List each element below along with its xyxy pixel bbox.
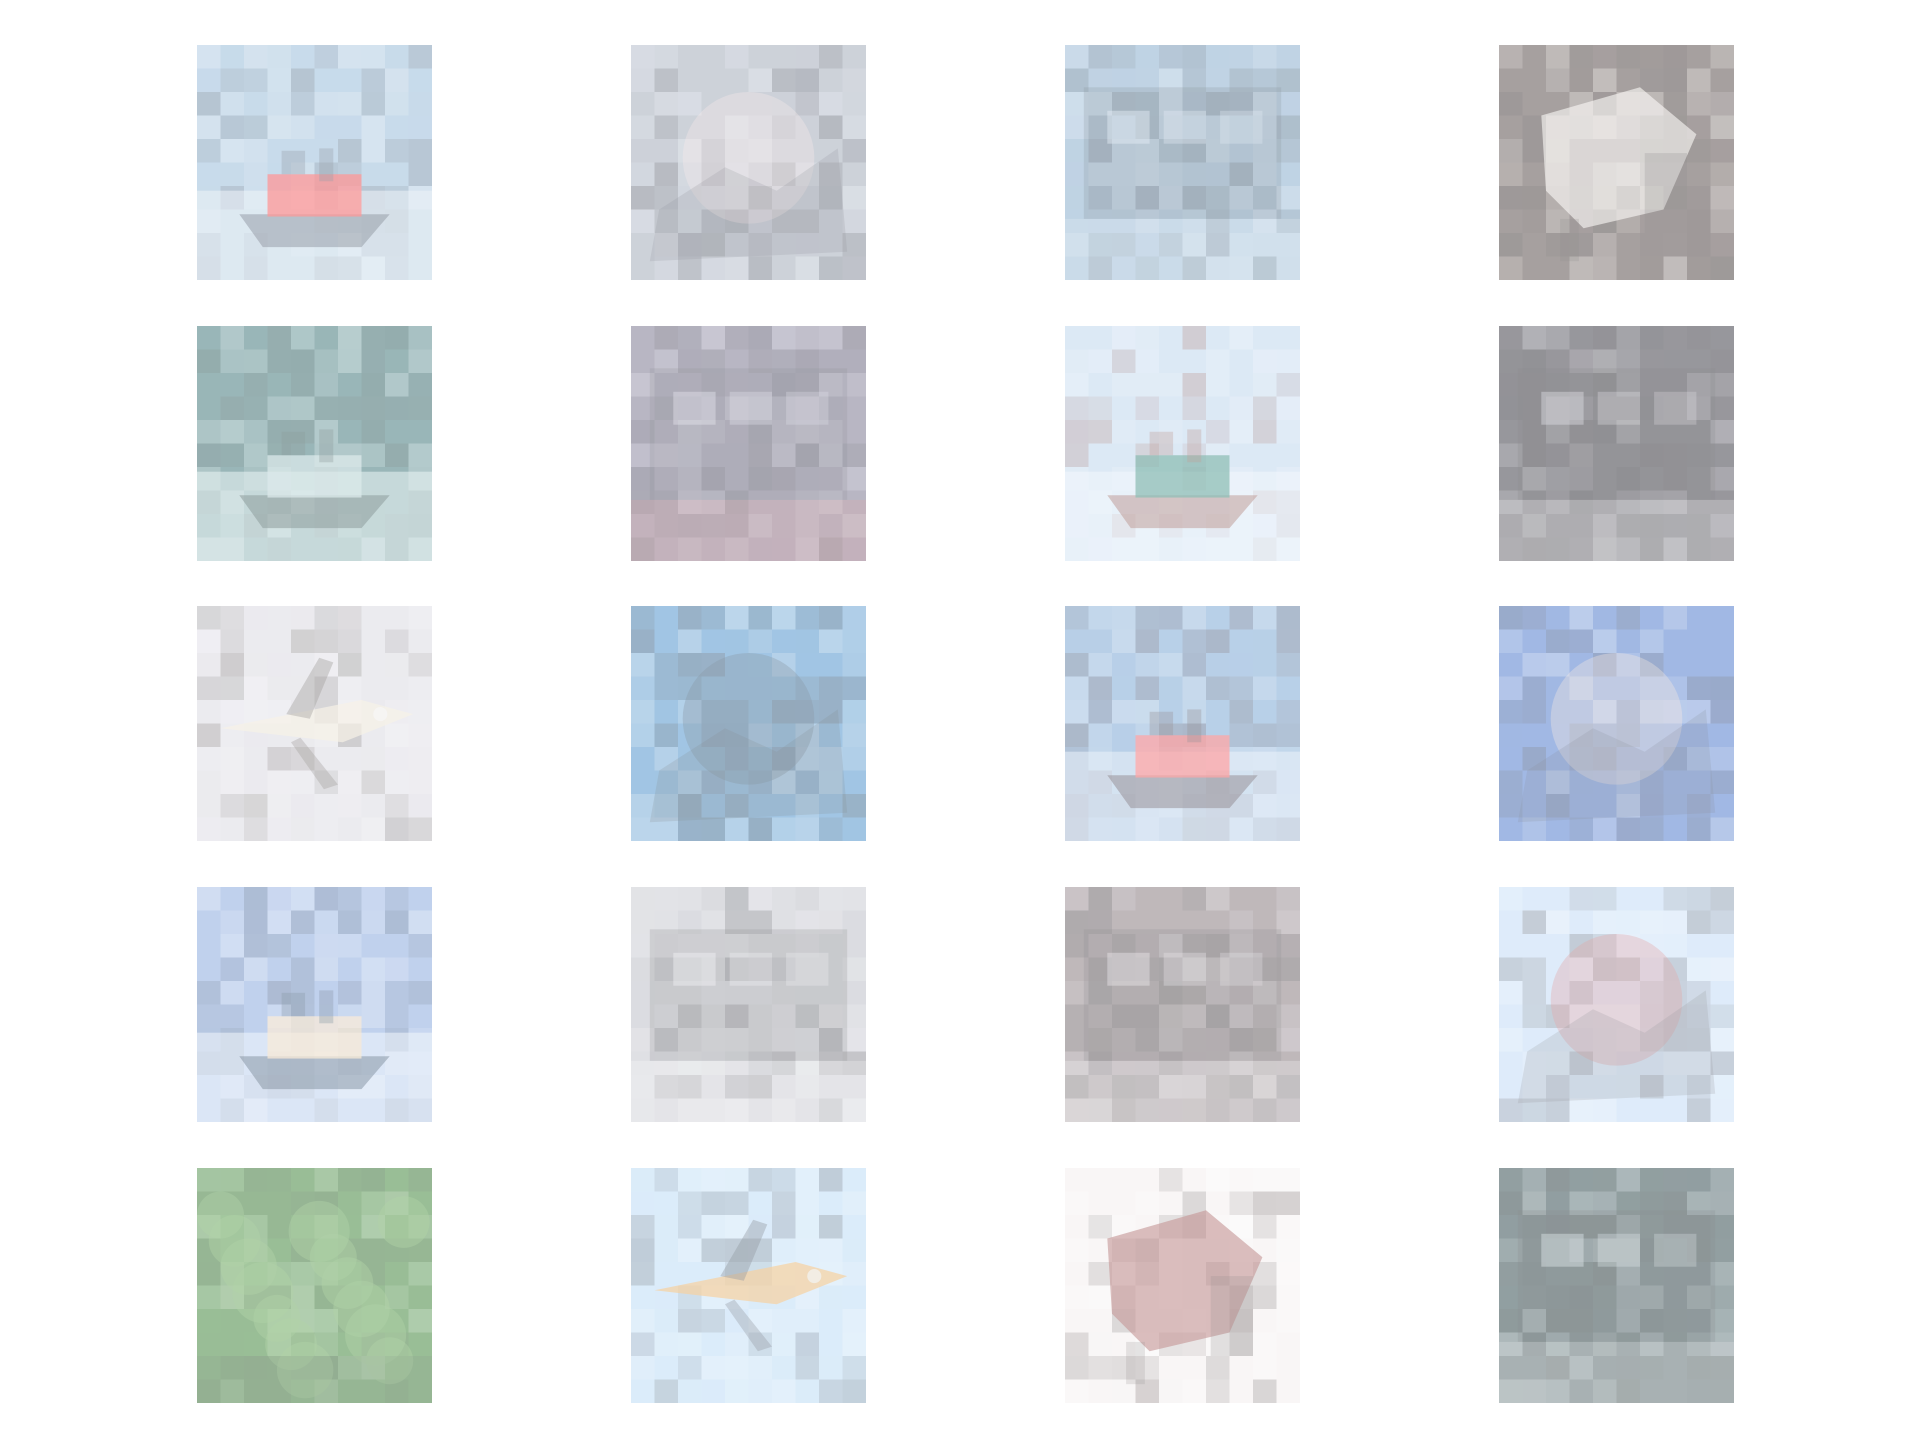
thumbnail-svg — [1065, 606, 1300, 841]
image-grid — [0, 0, 1920, 1440]
thumbnail-svg — [197, 887, 432, 1122]
thumbnail-svg — [631, 1168, 866, 1403]
image-tile — [631, 1168, 866, 1403]
image-tile — [197, 326, 432, 561]
image-tile — [631, 326, 866, 561]
thumbnail-svg — [197, 326, 432, 561]
thumbnail-svg — [1065, 45, 1300, 280]
image-tile — [1065, 606, 1300, 841]
thumbnail-svg — [631, 45, 866, 280]
thumbnail-svg — [1065, 887, 1300, 1122]
image-tile — [1499, 606, 1734, 841]
thumbnail-svg — [1499, 887, 1734, 1122]
thumbnail-svg — [631, 887, 866, 1122]
image-tile — [1065, 45, 1300, 280]
thumbnail-svg — [197, 1168, 432, 1403]
thumbnail-svg — [1499, 1168, 1734, 1403]
image-tile — [1065, 1168, 1300, 1403]
thumbnail-svg — [1499, 45, 1734, 280]
thumbnail-svg — [631, 606, 866, 841]
thumbnail-svg — [631, 326, 866, 561]
image-tile — [197, 1168, 432, 1403]
image-tile — [1499, 887, 1734, 1122]
thumbnail-svg — [1499, 606, 1734, 841]
image-tile — [631, 606, 866, 841]
image-tile — [1065, 326, 1300, 561]
image-tile — [1499, 45, 1734, 280]
thumbnail-svg — [1065, 1168, 1300, 1403]
thumbnail-svg — [197, 45, 432, 280]
thumbnail-svg — [1499, 326, 1734, 561]
image-tile — [1065, 887, 1300, 1122]
image-tile — [631, 45, 866, 280]
thumbnail-svg — [1065, 326, 1300, 561]
image-tile — [631, 887, 866, 1122]
image-tile — [1499, 1168, 1734, 1403]
image-tile — [197, 45, 432, 280]
image-tile — [197, 606, 432, 841]
thumbnail-svg — [197, 606, 432, 841]
image-tile — [1499, 326, 1734, 561]
image-tile — [197, 887, 432, 1122]
